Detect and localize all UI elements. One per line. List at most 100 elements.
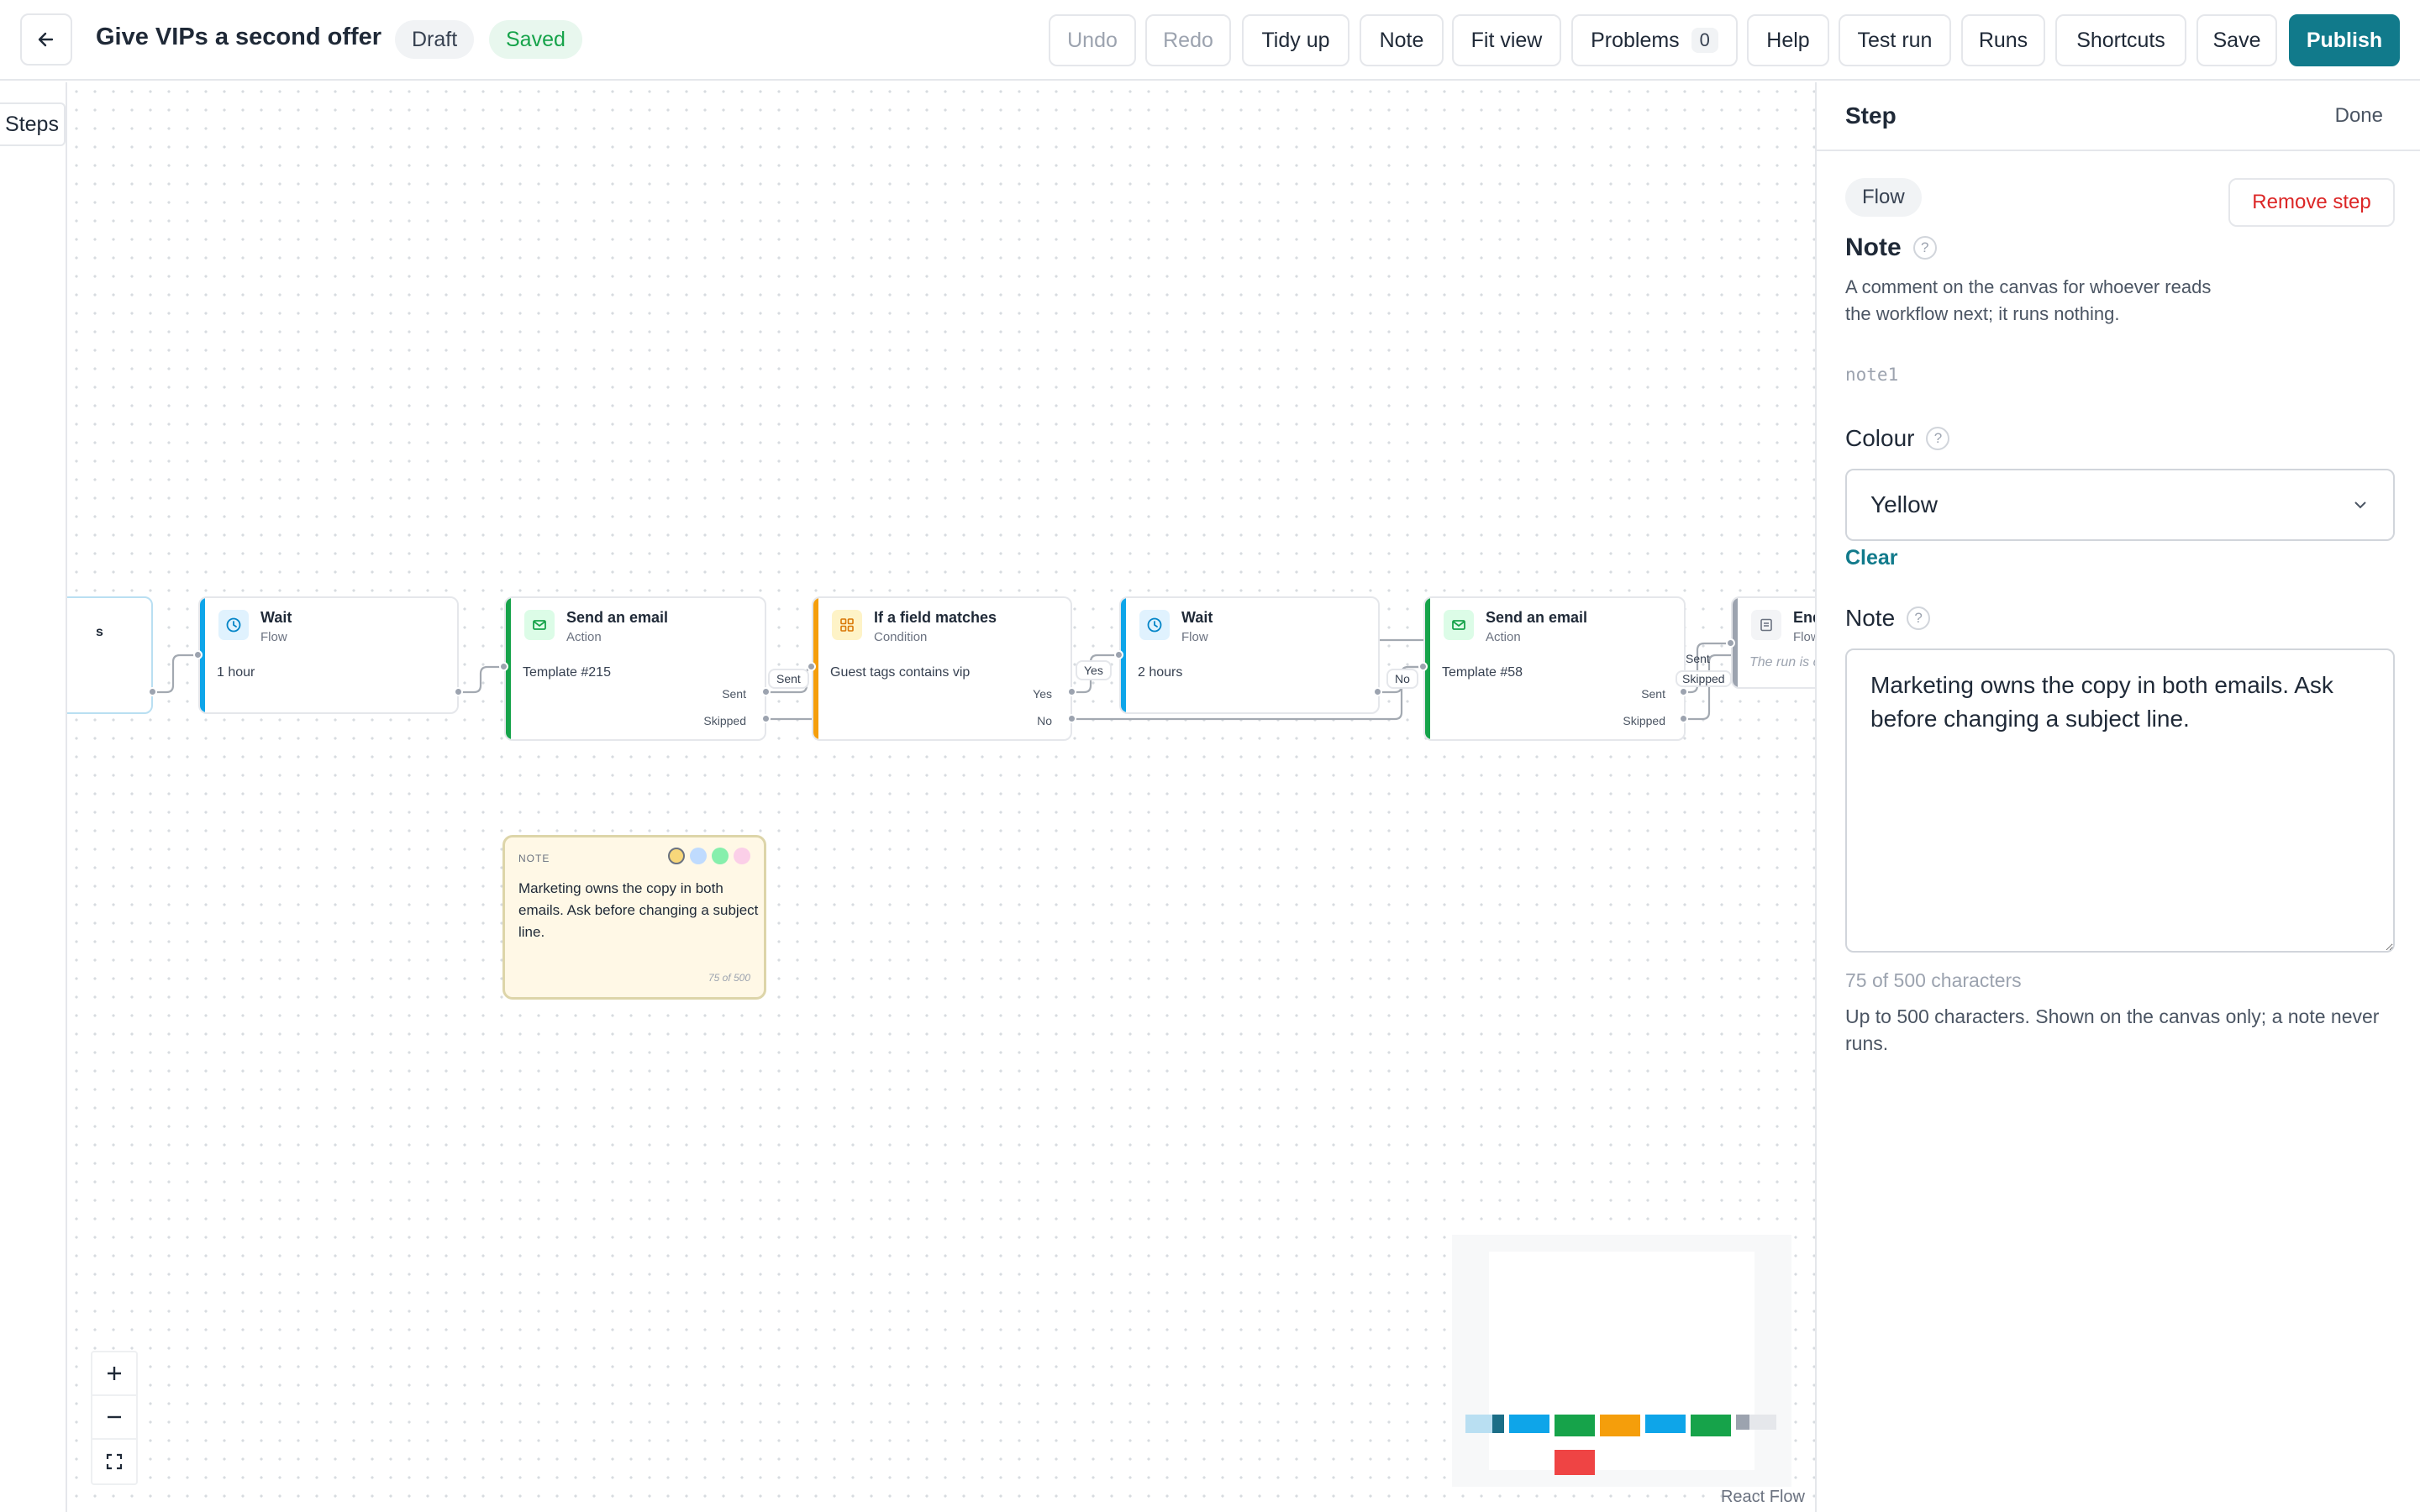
output-port[interactable] <box>1373 687 1382 696</box>
draft-badge: Draft <box>395 20 475 59</box>
section-title: Note ? <box>1845 234 1937 262</box>
section-title-text: Note <box>1845 234 1902 261</box>
problems-count-badge: 0 <box>1691 28 1718 53</box>
minimap-node <box>1465 1415 1492 1433</box>
node-body: 1 hour <box>217 665 255 680</box>
tidy-up-button[interactable]: Tidy up <box>1242 14 1349 66</box>
output-port-skipped[interactable] <box>761 714 771 723</box>
node-subtitle: Flow <box>260 630 287 644</box>
redo-button[interactable]: Redo <box>1145 14 1231 66</box>
help-icon[interactable]: ? <box>1926 427 1950 450</box>
input-port[interactable] <box>1114 650 1123 659</box>
input-port[interactable] <box>499 662 508 671</box>
steps-tab[interactable]: Steps <box>0 102 66 146</box>
node-title: Send an email <box>566 609 669 626</box>
saved-badge: Saved <box>489 20 582 59</box>
note-card[interactable]: NOTE Marketing owns the copy in both ema… <box>502 835 766 1000</box>
top-bar: Give VIPs a second offer Draft Saved Und… <box>0 0 2420 81</box>
output-port-no[interactable] <box>1067 714 1076 723</box>
node-title: End <box>1793 609 1815 626</box>
input-port[interactable] <box>1418 662 1428 671</box>
step-type-chip: Flow <box>1845 178 1922 217</box>
edge-label-skipped-2: Skipped <box>1676 670 1732 687</box>
step-description: A comment on the canvas for whoever read… <box>1845 276 2212 324</box>
minimap-node <box>1555 1415 1595 1436</box>
note-textarea[interactable]: Marketing owns the copy in both emails. … <box>1845 648 2395 953</box>
swatch-green[interactable] <box>712 848 729 864</box>
output-port-skipped[interactable] <box>1679 714 1688 723</box>
node-send-email-2[interactable]: Send an email Action Template #58 Sent S… <box>1423 596 1686 741</box>
node-wait-2[interactable]: Wait Flow 2 hours <box>1119 596 1380 714</box>
clear-colour-link[interactable]: Clear <box>1845 546 1898 570</box>
undo-button[interactable]: Undo <box>1049 14 1136 66</box>
swatch-blue[interactable] <box>690 848 707 864</box>
zoom-in-button[interactable] <box>92 1352 136 1396</box>
node-body: Template #58 <box>1442 665 1523 680</box>
colour-select[interactable]: Yellow <box>1845 469 2395 541</box>
shortcuts-button[interactable]: Shortcuts <box>2055 14 2186 66</box>
node-partial-text: s <box>96 625 103 639</box>
note-button[interactable]: Note <box>1360 14 1444 66</box>
fit-view-button[interactable]: Fit view <box>1452 14 1561 66</box>
node-subtitle: Condition <box>874 630 928 644</box>
minimap-node <box>1492 1415 1504 1433</box>
character-count: 75 of 500 characters <box>1845 969 2022 991</box>
colour-label: Colour ? <box>1845 425 1950 452</box>
help-button[interactable]: Help <box>1747 14 1829 66</box>
help-icon[interactable]: ? <box>1912 236 1937 260</box>
output-label-sent: Sent <box>722 687 746 701</box>
react-flow-attribution[interactable]: React Flow <box>1721 1488 1805 1507</box>
minimap-node <box>1509 1415 1549 1433</box>
swatch-pink[interactable] <box>734 848 750 864</box>
node-title: If a field matches <box>874 609 997 626</box>
output-port[interactable] <box>148 687 157 696</box>
node-title: Send an email <box>1486 609 1588 626</box>
edge <box>153 654 198 694</box>
runs-button[interactable]: Runs <box>1961 14 2045 66</box>
colour-label-text: Colour <box>1845 425 1915 451</box>
test-run-button[interactable]: Test run <box>1839 14 1951 66</box>
flow-node-partial[interactable]: s <box>67 596 153 714</box>
chevron-down-icon <box>2354 501 2366 509</box>
output-port-yes[interactable] <box>1067 687 1076 696</box>
input-port[interactable] <box>193 650 203 659</box>
output-port[interactable] <box>454 687 463 696</box>
minimap-node <box>1600 1415 1640 1436</box>
node-end[interactable]: End Flow The run is c <box>1731 596 1815 689</box>
edge-label-no: No <box>1386 669 1418 689</box>
output-port-sent[interactable] <box>761 687 771 696</box>
back-button[interactable] <box>20 13 72 66</box>
minimap-node <box>1691 1415 1731 1436</box>
input-port[interactable] <box>807 662 816 671</box>
workflow-canvas[interactable]: s Wait Flow 1 hour Send an email Action … <box>67 82 1815 1512</box>
colour-select-value: Yellow <box>1870 491 1938 517</box>
node-body: Template #215 <box>523 665 611 680</box>
help-icon[interactable]: ? <box>1907 606 1931 630</box>
minimap-node <box>1736 1415 1749 1430</box>
node-body: 2 hours <box>1138 665 1183 680</box>
fit-view-control[interactable] <box>92 1440 136 1483</box>
node-condition[interactable]: If a field matches Condition Guest tags … <box>812 596 1072 741</box>
zoom-out-button[interactable] <box>92 1396 136 1440</box>
grid-icon <box>832 610 862 640</box>
save-button[interactable]: Save <box>2196 14 2277 66</box>
clock-icon <box>218 610 249 640</box>
publish-button[interactable]: Publish <box>2289 14 2400 66</box>
minimap[interactable] <box>1452 1235 1791 1487</box>
input-port[interactable] <box>1726 638 1735 648</box>
node-send-email-1[interactable]: Send an email Action Template #215 Sent … <box>504 596 766 741</box>
mail-icon <box>1444 610 1474 640</box>
swatch-yellow[interactable] <box>668 848 685 864</box>
done-button[interactable]: Done <box>2335 104 2383 128</box>
minimap-node <box>1645 1415 1686 1433</box>
remove-step-button[interactable]: Remove step <box>2228 178 2395 227</box>
zoom-controls <box>91 1351 138 1485</box>
node-body: The run is c <box>1749 655 1815 669</box>
problems-button[interactable]: Problems 0 <box>1571 14 1738 66</box>
output-port-sent[interactable] <box>1679 687 1688 696</box>
node-wait-1[interactable]: Wait Flow 1 hour <box>198 596 459 714</box>
color-swatches <box>668 848 750 864</box>
output-label-yes: Yes <box>1033 687 1052 701</box>
node-body: Guest tags contains vip <box>830 665 971 680</box>
clock-icon <box>1139 610 1170 640</box>
